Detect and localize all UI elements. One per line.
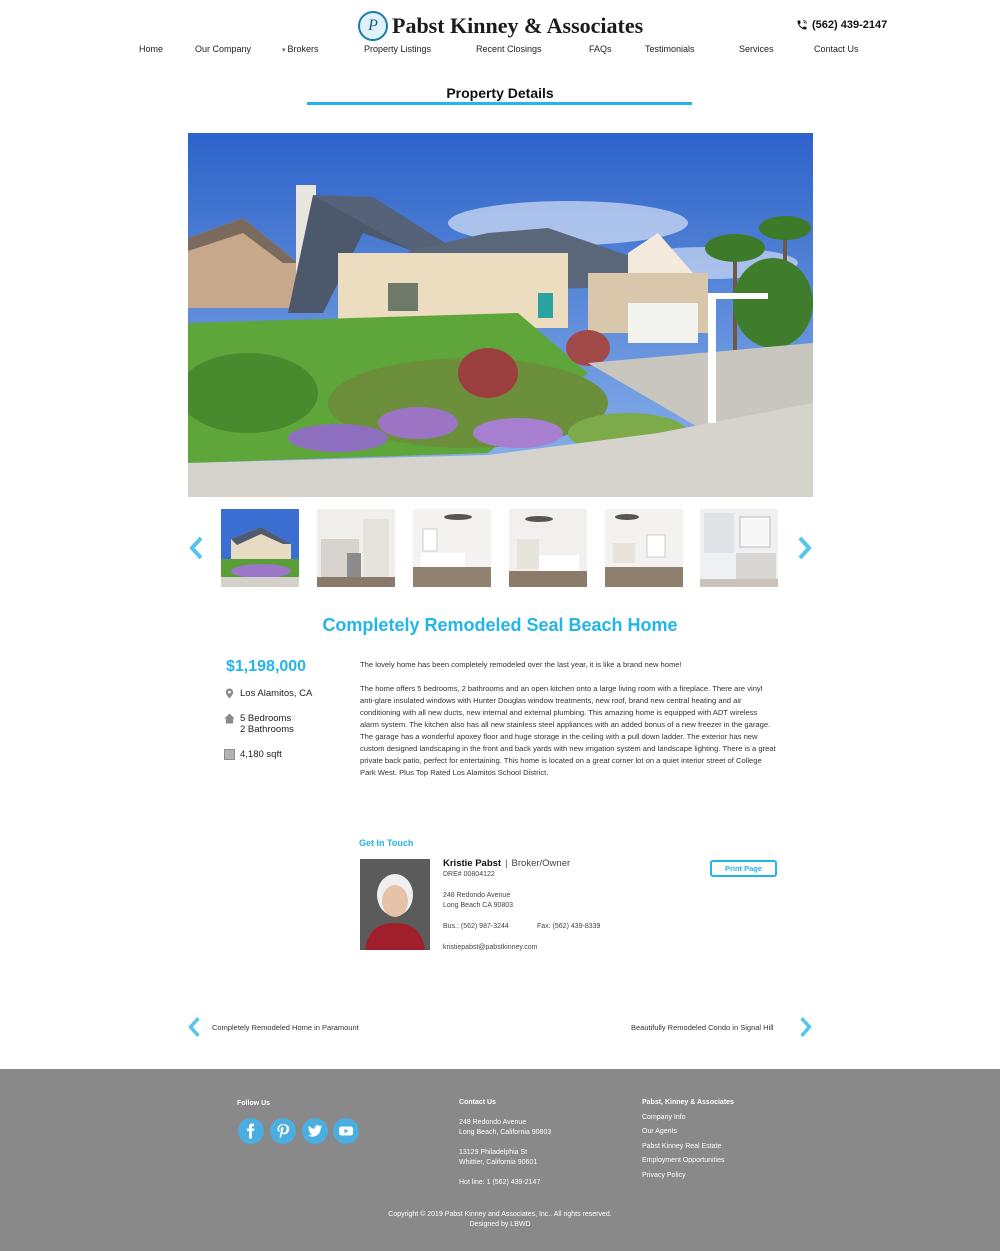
logo-mark: P — [358, 11, 388, 41]
listing-price: $1,198,000 — [226, 658, 307, 675]
agent-header: Kristie Pabst | Broker/Owner — [443, 858, 570, 869]
house-icon — [224, 713, 235, 724]
next-listing-arrow[interactable] — [799, 1016, 813, 1038]
footer-contact-line: 248 Redondo Avenue — [459, 1119, 527, 1126]
agent-fax: Fax: (562) 439-8339 — [537, 923, 601, 930]
youtube-icon[interactable] — [333, 1118, 359, 1144]
agent-address-line-2: Long Beach CA 90803 — [443, 902, 514, 909]
phone-number: (562) 439-2147 — [812, 19, 888, 31]
gallery-thumb-kitchen[interactable] — [317, 509, 395, 587]
agent-name: Kristie Pabst — [443, 858, 502, 869]
page-title: Property Details — [446, 85, 554, 101]
nav-contact-us[interactable]: Contact Us — [814, 44, 859, 54]
listing-rooms: 5 Bedrooms 2 Bathrooms — [224, 713, 294, 735]
nav-testimonials[interactable]: Testimonials — [645, 44, 695, 54]
nav-brokers-label: Brokers — [287, 44, 319, 54]
facebook-icon[interactable] — [238, 1118, 264, 1144]
agent-address-line-1: 248 Redondo Avenue — [443, 892, 511, 899]
gallery-thumb-exterior[interactable] — [221, 509, 299, 587]
map-pin-icon — [225, 688, 234, 699]
agent-bus-phone[interactable]: Bus.: (562) 987-3244 — [443, 923, 509, 930]
bedrooms-text: 5 Bedrooms — [240, 713, 292, 724]
nav-services[interactable]: Services — [739, 44, 774, 54]
nav-faqs[interactable]: FAQs — [589, 44, 612, 54]
print-page-button[interactable]: Print Page — [710, 860, 777, 877]
agent-separator: | — [505, 858, 508, 869]
sqft-text: 4,180 sqft — [240, 749, 282, 760]
footer-contact-line: Long Beach, California 90803 — [459, 1129, 552, 1136]
agent-dre: DRE# 00804122 — [443, 871, 495, 878]
gallery-thumb-master-bedroom[interactable] — [509, 509, 587, 587]
gallery-next-arrow[interactable] — [797, 536, 813, 560]
listing-sqft: 4,180 sqft — [224, 749, 282, 760]
gallery-thumb-living-room[interactable] — [605, 509, 683, 587]
header-phone[interactable]: (562) 439-2147 — [796, 19, 887, 31]
footer-link-privacy[interactable]: Privacy Policy — [642, 1172, 686, 1179]
nav-home[interactable]: Home — [139, 44, 163, 54]
nav-our-company[interactable]: Our Company — [195, 44, 251, 54]
description-paragraph: The home offers 5 bedrooms, 2 bathrooms … — [360, 684, 776, 777]
nav-property-listings[interactable]: Property Listings — [364, 44, 431, 54]
description-paragraph: The lovely home has been completely remo… — [360, 660, 682, 669]
footer: Follow Us Contact Us 248 Redondo Avenue … — [0, 1069, 1000, 1251]
nav-recent-closings[interactable]: Recent Closings — [476, 44, 542, 54]
get-in-touch-heading: Get In Touch — [359, 838, 414, 848]
footer-link-company-info[interactable]: Company Info — [642, 1114, 686, 1121]
location-text: Los Alamitos, CA — [240, 688, 313, 699]
footer-company-heading: Pabst, Kinney & Associates — [642, 1099, 734, 1106]
twitter-icon[interactable] — [302, 1118, 328, 1144]
agent-role: Broker/Owner — [511, 858, 571, 869]
footer-contact-heading: Contact Us — [459, 1099, 496, 1106]
gallery-thumb-bedroom[interactable] — [413, 509, 491, 587]
footer-follow-heading: Follow Us — [237, 1100, 271, 1107]
footer-hotline[interactable]: Hot line: 1 (562) 439-2147 — [459, 1179, 540, 1186]
footer-contact-line: Whittier, California 90601 — [459, 1159, 538, 1166]
next-listing-link[interactable]: Beautifully Remodeled Condo in Signal Hi… — [631, 1023, 774, 1032]
phone-icon — [797, 20, 807, 30]
logo[interactable]: P Pabst Kinney & Associates — [358, 11, 643, 41]
agent-email[interactable]: kristiepabst@pabstkinney.com — [443, 944, 538, 951]
nav-brokers[interactable]: ▾ Brokers — [282, 44, 319, 54]
area-icon — [224, 749, 235, 760]
pinterest-icon[interactable] — [270, 1118, 296, 1144]
listing-location: Los Alamitos, CA — [224, 688, 312, 699]
gallery-prev-arrow[interactable] — [188, 536, 204, 560]
hero-photo — [188, 133, 813, 497]
listing-title: Completely Remodeled Seal Beach Home — [322, 615, 678, 635]
footer-designer[interactable]: Designed by LBWD — [0, 1221, 1000, 1228]
footer-copyright: Copyright © 2019 Pabst Kinney and Associ… — [388, 1211, 612, 1218]
bathrooms-text: 2 Bathrooms — [240, 724, 294, 735]
footer-link-our-agents[interactable]: Our Agents — [642, 1128, 677, 1135]
listing-description: The lovely home has been completely remo… — [360, 659, 776, 791]
prev-listing-link[interactable]: Completely Remodeled Home in Paramount — [212, 1023, 359, 1032]
gallery-thumb-bathroom[interactable] — [700, 509, 778, 587]
company-name: Pabst Kinney & Associates — [392, 13, 644, 38]
caret-down-icon: ▾ — [282, 47, 286, 54]
prev-listing-arrow[interactable] — [187, 1016, 201, 1038]
footer-link-employment[interactable]: Employment Opportunities — [642, 1157, 724, 1164]
footer-link-real-estate[interactable]: Pabst Kinney Real Estate — [642, 1143, 721, 1150]
title-underline — [307, 102, 692, 105]
footer-contact-line: 13129 Philadelphia St — [459, 1149, 528, 1156]
agent-photo — [360, 859, 430, 950]
